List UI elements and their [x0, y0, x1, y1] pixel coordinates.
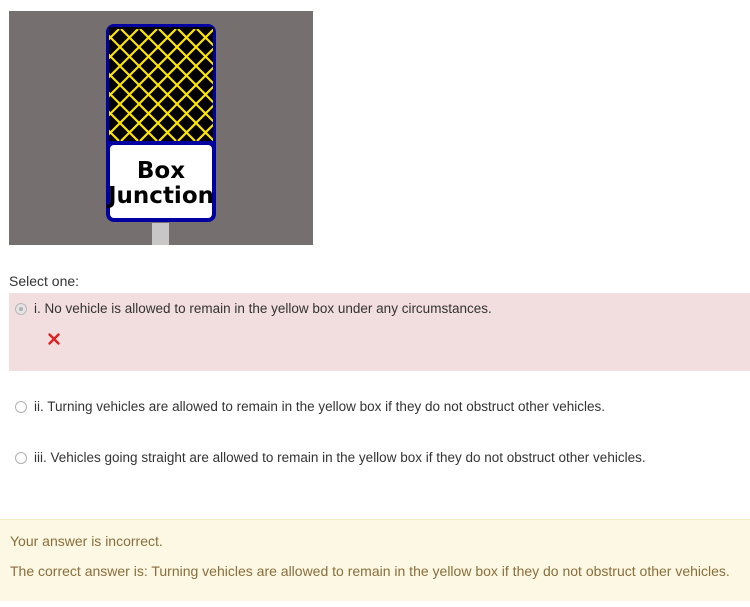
sign-text-line1: Box — [137, 158, 185, 184]
answer-label-2[interactable]: ii. Turning vehicles are allowed to rema… — [34, 399, 605, 414]
sign-post — [152, 223, 169, 245]
feedback-panel: Your answer is incorrect. The correct an… — [0, 519, 750, 601]
answer-label-3[interactable]: iii. Vehicles going straight are allowed… — [34, 450, 646, 465]
cross-icon — [48, 333, 60, 345]
answer-option-1[interactable]: i. No vehicle is allowed to remain in th… — [9, 293, 750, 371]
answer-radio-3[interactable] — [15, 452, 27, 464]
select-one-prompt: Select one: — [9, 273, 80, 289]
feedback-status: Your answer is incorrect. — [10, 533, 163, 549]
answer-option-2[interactable]: ii. Turning vehicles are allowed to rema… — [9, 393, 750, 421]
sign-text-line2: Junction — [106, 183, 214, 209]
box-junction-sign-graphic: Box Junction — [106, 24, 216, 245]
feedback-correct-answer: The correct answer is: Turning vehicles … — [10, 563, 730, 579]
question-image: Box Junction — [9, 11, 313, 245]
answer-radio-1[interactable] — [15, 303, 27, 315]
answer-label-1[interactable]: i. No vehicle is allowed to remain in th… — [34, 301, 492, 316]
answer-option-3[interactable]: iii. Vehicles going straight are allowed… — [9, 444, 750, 472]
answer-radio-2[interactable] — [15, 401, 27, 413]
